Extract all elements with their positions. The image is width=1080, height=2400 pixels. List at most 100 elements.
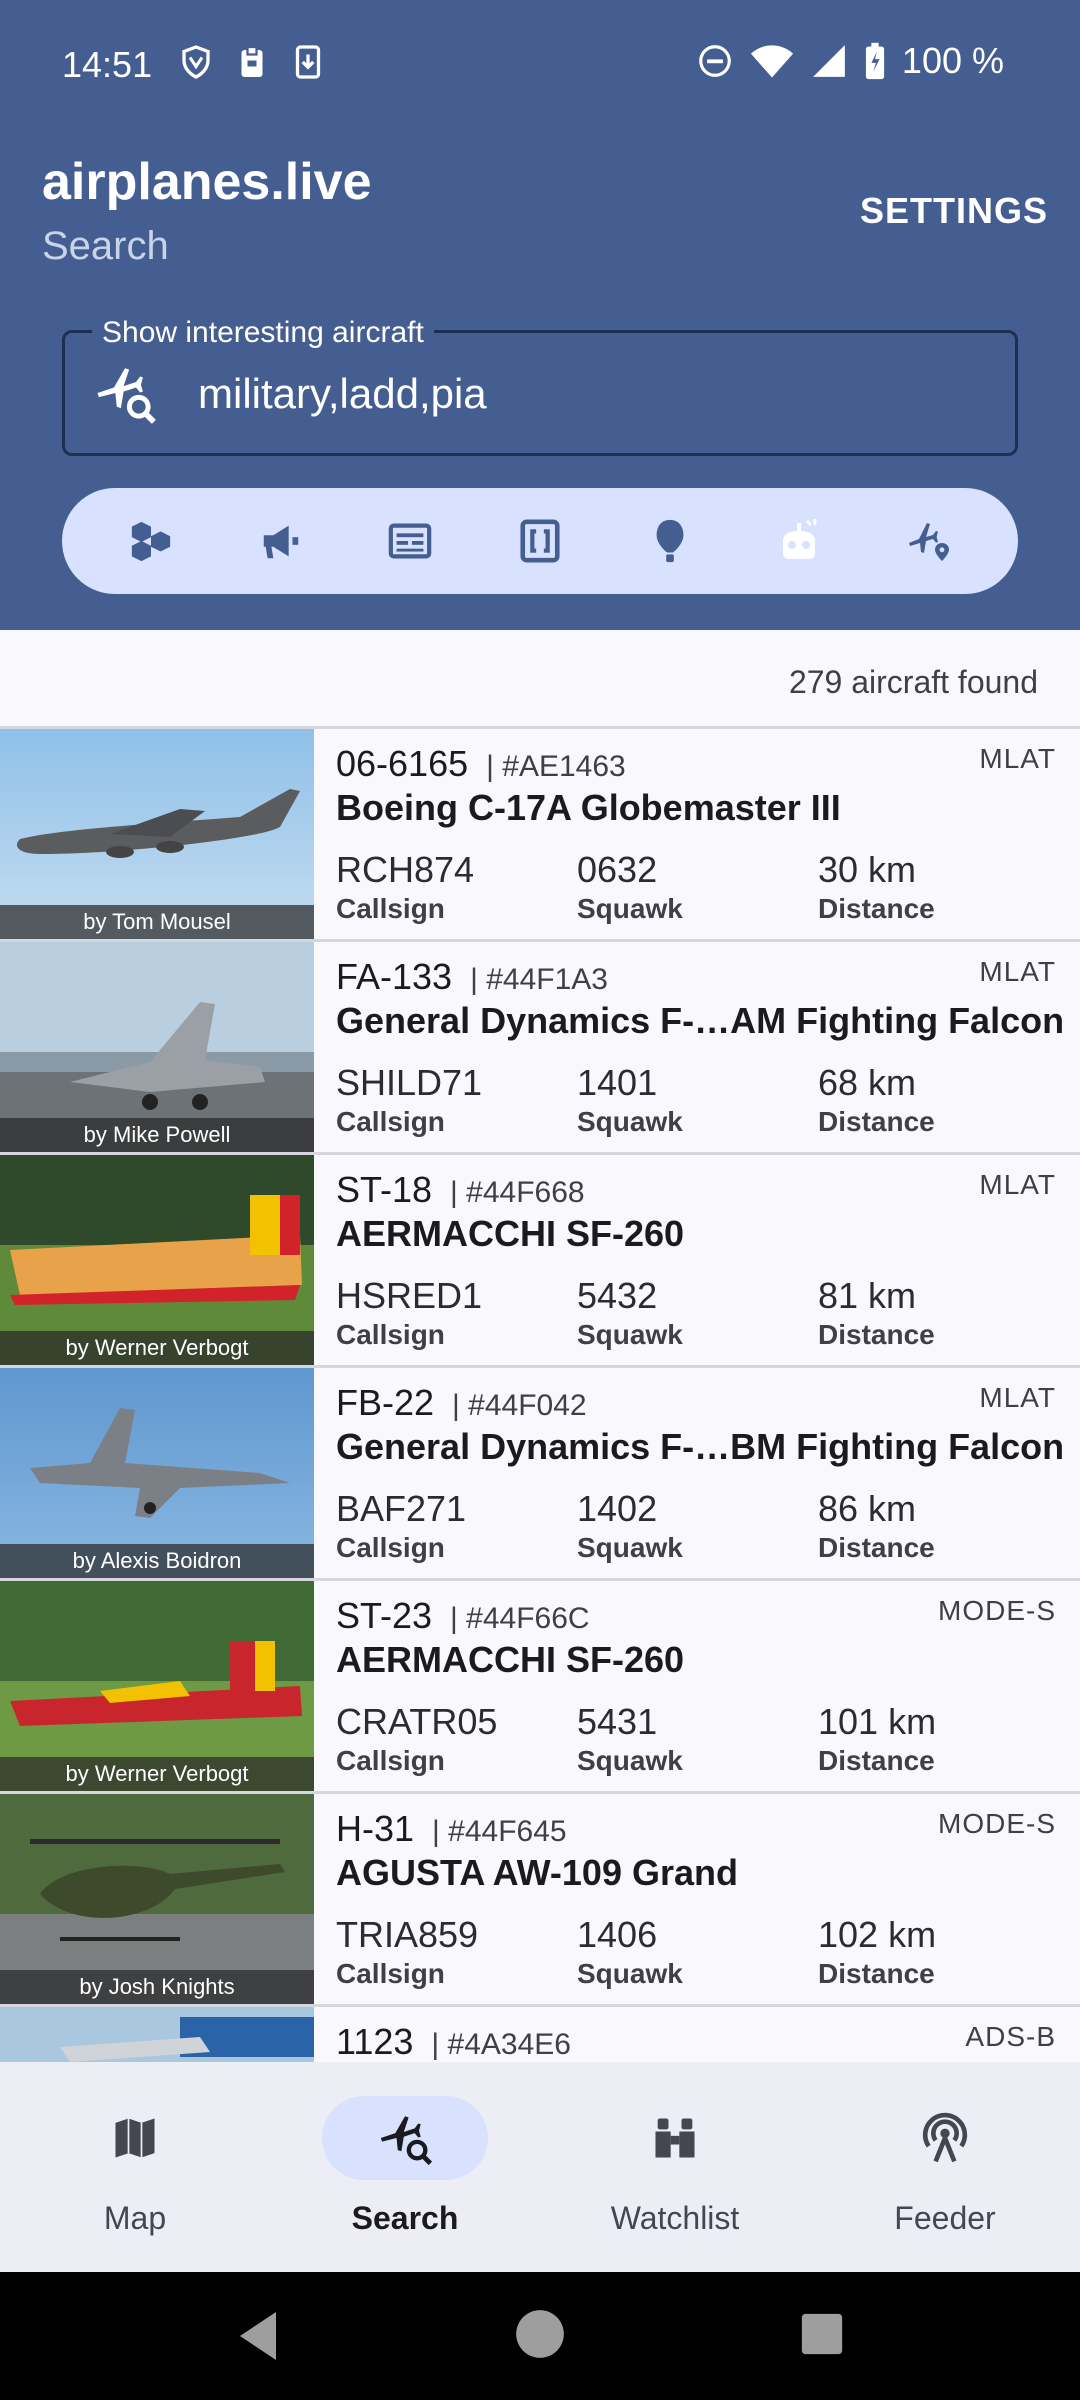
squawk-value: 5432 xyxy=(577,1275,658,1316)
registration: ST-18 xyxy=(336,1169,433,1210)
callsign-value: TRIA859 xyxy=(336,1914,479,1955)
registration: FA-133 xyxy=(336,956,453,997)
aircraft-row[interactable]: by Tom Mousel 06-6165 | #AE1463 MLAT Boei… xyxy=(0,729,1080,942)
source-badge: MODE-S xyxy=(938,1808,1056,1839)
squawk-label: Squawk xyxy=(577,1532,683,1563)
aircraft-type: General Dynamics F-…BM Fighting Falcon xyxy=(336,1426,1065,1467)
distance-value: 81 km xyxy=(818,1275,917,1316)
card-icon xyxy=(388,523,432,559)
status-time: 14:51 xyxy=(62,44,153,85)
filter-drone-button[interactable] xyxy=(759,501,839,581)
aircraft-row[interactable]: by Werner Verbogt ST-18 | #44F668 MLAT AE… xyxy=(0,1155,1080,1368)
nav-search[interactable]: Search xyxy=(270,2062,540,2272)
settings-button[interactable]: SETTINGS xyxy=(860,190,1048,232)
aircraft-type: AERMACCHI SF-260 xyxy=(336,1639,685,1680)
registration: FB-22 xyxy=(336,1382,435,1423)
back-icon[interactable] xyxy=(236,2308,284,2364)
aircraft-photo: by Werner Verbogt xyxy=(0,1155,314,1365)
squawk-label: Squawk xyxy=(577,1745,683,1776)
aircraft-type: AERMACCHI SF-260 xyxy=(336,1213,685,1254)
distance-value: 68 km xyxy=(818,1062,917,1103)
hex-code: | #44F1A3 xyxy=(470,963,608,996)
results-count: 279 aircraft found xyxy=(788,664,1038,700)
filter-brackets-button[interactable] xyxy=(500,501,580,581)
megaphone-icon xyxy=(263,525,298,559)
hex-code: | #AE1463 xyxy=(486,750,626,783)
map-icon xyxy=(115,2118,155,2158)
photo-credit: by Tom Mousel xyxy=(0,905,314,939)
screen-subtitle: Search xyxy=(42,224,169,268)
plane-search-icon xyxy=(97,368,156,424)
app-title: airplanes.live xyxy=(42,153,372,211)
filter-balloon-button[interactable] xyxy=(630,501,710,581)
hex-code: | #44F66C xyxy=(450,1602,590,1635)
aircraft-row[interactable]: by Werner Verbogt ST-23 | #44F66C MODE-S … xyxy=(0,1581,1080,1794)
status-bar: 14:51 100 % xyxy=(0,0,1080,128)
photo-credit: by Alexis Boidron xyxy=(0,1544,314,1578)
filter-location-button[interactable] xyxy=(889,501,969,581)
distance-value: 102 km xyxy=(818,1914,937,1955)
nav-label: Map xyxy=(103,2200,167,2236)
recents-icon[interactable] xyxy=(800,2312,844,2356)
filter-card-button[interactable] xyxy=(370,501,450,581)
brackets-icon xyxy=(520,519,560,563)
callsign-label: Callsign xyxy=(336,1958,445,1989)
balloon-icon xyxy=(656,519,684,563)
source-badge: MLAT xyxy=(979,743,1056,774)
nav-map[interactable]: Map xyxy=(0,2062,270,2272)
search-input-label: Show interesting aircraft xyxy=(92,316,434,350)
squawk-label: Squawk xyxy=(577,1319,683,1350)
callsign-label: Callsign xyxy=(336,1532,445,1563)
nav-label: Watchlist xyxy=(610,2200,740,2236)
nav-feeder[interactable]: Feeder xyxy=(810,2062,1080,2272)
distance-label: Distance xyxy=(818,1532,935,1563)
aircraft-row[interactable]: by Josh Knights H-31 | #44F645 MODE-S AGU… xyxy=(0,1794,1080,2007)
signal-icon xyxy=(813,45,845,77)
source-badge: MLAT xyxy=(979,1382,1056,1413)
hex-code: | #4A34E6 xyxy=(431,2028,571,2061)
distance-label: Distance xyxy=(818,1745,935,1776)
vpn-shield-icon xyxy=(182,45,210,79)
distance-label: Distance xyxy=(818,1319,935,1350)
callsign-value: SHILD71 xyxy=(336,1062,483,1103)
callsign-value: RCH874 xyxy=(336,849,475,890)
registration: 1123 xyxy=(336,2021,414,2062)
clipboard-icon xyxy=(241,45,263,77)
source-badge: MODE-S xyxy=(938,1595,1056,1626)
filter-bar xyxy=(62,488,1018,594)
registration: 06-6165 xyxy=(336,743,469,784)
distance-value: 101 km xyxy=(818,1701,937,1742)
wifi-icon xyxy=(750,45,794,78)
distance-value: 86 km xyxy=(818,1488,917,1529)
source-badge: ADS-B xyxy=(965,2021,1056,2052)
dnd-icon xyxy=(699,45,731,77)
app-header: 14:51 100 % airplanes.live Search SETTIN… xyxy=(0,0,1080,630)
distance-label: Distance xyxy=(818,1958,935,1989)
photo-credit: by Mike Powell xyxy=(0,1118,314,1152)
distance-label: Distance xyxy=(818,1106,935,1137)
battery-icon xyxy=(865,42,885,80)
antenna-icon xyxy=(922,2112,968,2163)
aircraft-row[interactable]: 1123 | #4A34E6 ADS-B xyxy=(0,2007,1080,2062)
aircraft-photo: by Tom Mousel xyxy=(0,729,314,939)
distance-label: Distance xyxy=(818,893,935,924)
callsign-label: Callsign xyxy=(336,893,445,924)
photo-credit: by Werner Verbogt xyxy=(0,1757,314,1791)
photo-credit: by Josh Knights xyxy=(0,1970,314,2004)
squawk-label: Squawk xyxy=(577,1106,683,1137)
aircraft-row[interactable]: by Mike Powell FA-133 | #44F1A3 MLAT Gene… xyxy=(0,942,1080,1155)
nav-label: Feeder xyxy=(894,2200,996,2236)
squawk-value: 1401 xyxy=(577,1062,658,1103)
nav-watchlist[interactable]: Watchlist xyxy=(540,2062,810,2272)
aircraft-row[interactable]: by Alexis Boidron FB-22 | #44F042 MLAT Ge… xyxy=(0,1368,1080,1581)
aircraft-type: AGUSTA AW-109 Grand xyxy=(336,1852,738,1893)
filter-announce-button[interactable] xyxy=(241,501,321,581)
filter-military-button[interactable] xyxy=(111,501,191,581)
callsign-value: BAF271 xyxy=(336,1488,467,1529)
callsign-label: Callsign xyxy=(336,1745,445,1776)
aircraft-photo: by Mike Powell xyxy=(0,942,314,1152)
home-icon[interactable] xyxy=(514,2308,566,2360)
aircraft-list[interactable]: by Tom Mousel 06-6165 | #AE1463 MLAT Boei… xyxy=(0,726,1080,2062)
squawk-label: Squawk xyxy=(577,1958,683,1989)
plane-location-icon xyxy=(909,523,950,561)
